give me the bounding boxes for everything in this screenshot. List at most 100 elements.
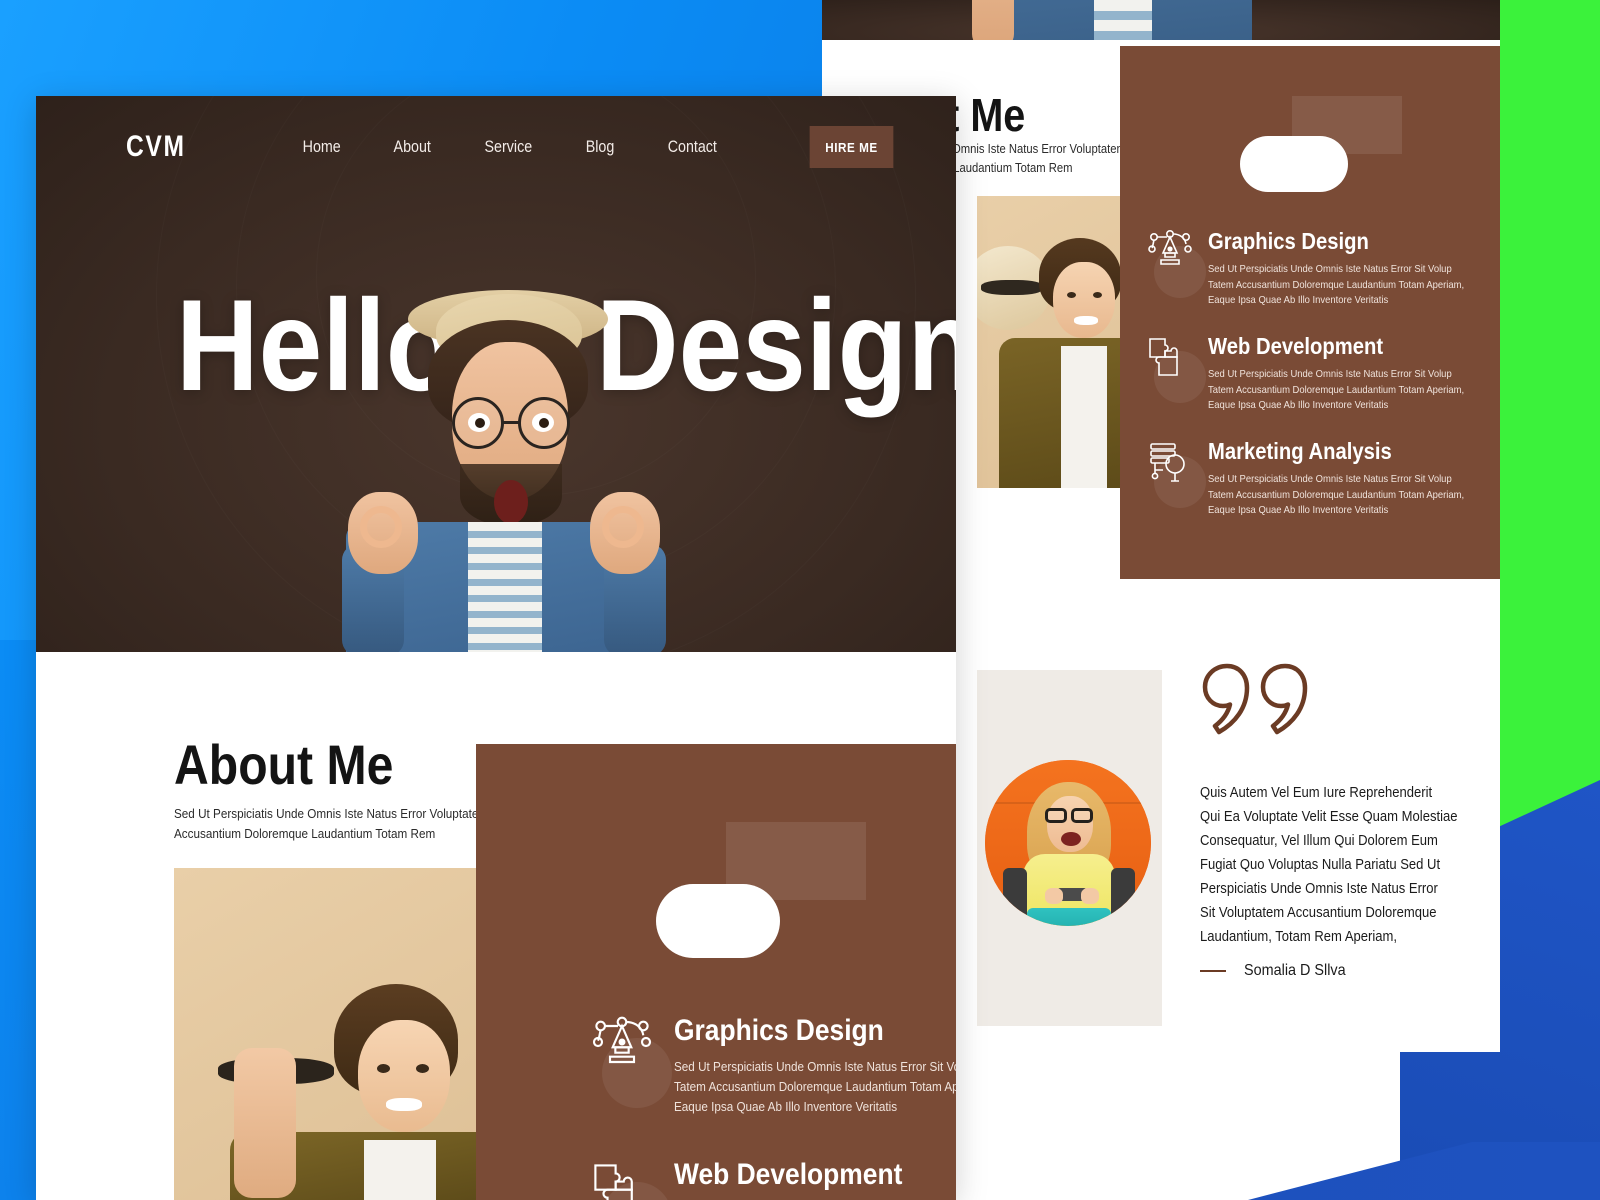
about-subtitle: Sed Ut Perspiciatis Unde Omnis Iste Natu… <box>174 804 488 844</box>
avatar-laptop <box>1027 908 1111 926</box>
subject-pupil-right <box>539 418 549 428</box>
testimonial-quote-line: Fugiat Quo Voluptas Nulla Pariatu Sed Ut <box>1200 857 1441 873</box>
brand-logo[interactable]: CVM <box>126 130 186 164</box>
subject-glasses-bridge <box>503 421 520 424</box>
testimonial-quote: Quis Autem Vel Eum Iure Reprehenderit Qu… <box>1200 781 1458 949</box>
service-item[interactable]: Web Development Sed Ut Perspiciatis Unde… <box>586 1158 956 1200</box>
service-body-line: Eaque Ipsa Quae Ab Illo Inventore Verita… <box>1208 399 1389 411</box>
testimonial-quote-line: Sit Voluptatem Accusantium Doloremque <box>1200 905 1437 921</box>
service-text: Web Development Sed Ut Perspiciatis Unde… <box>674 1158 956 1200</box>
avatar-hand <box>1045 888 1063 904</box>
service-body: Sed Ut Perspiciatis Unde Omnis Iste Natu… <box>674 1057 956 1117</box>
service-item[interactable]: Marketing Analysis Sed Ut Perspiciatis U… <box>1142 438 1490 519</box>
about-photo-arm <box>234 1048 296 1198</box>
service-body-line: Tatem Accusantium Doloremque Laudantium … <box>1208 278 1465 291</box>
about-subtitle-line: Accusantium Doloremque Laudantium Totam … <box>174 826 436 841</box>
service-body-line: Tatem Accusantium Doloremque Laudantium … <box>674 1079 956 1094</box>
service-title: Web Development <box>674 1158 903 1191</box>
nav-link-blog[interactable]: Blog <box>586 137 615 157</box>
service-body-line: Eaque Ipsa Quae Ab Illo Inventore Verita… <box>674 1099 898 1114</box>
service-title: Graphics Design <box>674 1014 884 1047</box>
decor-pill <box>656 884 780 958</box>
service-icon-wrap <box>586 1014 674 1110</box>
testimonial-author: Somalia D Sllva <box>1200 962 1357 980</box>
service-title: Marketing Analysis <box>1208 438 1392 464</box>
secondary-services-panel: Graphics Design Sed Ut Perspiciatis Unde… <box>1120 46 1500 579</box>
service-item[interactable]: Web Development Sed Ut Perspiciatis Unde… <box>1142 333 1490 414</box>
service-body-line: Sed Ut Perspiciatis Unde Omnis Iste Natu… <box>1208 368 1452 380</box>
testimonial-quote-line: Laudantium, Totam Rem Aperiam, <box>1200 929 1398 945</box>
decor-pill <box>1240 136 1348 192</box>
service-body-line: Sed Ut Perspiciatis Unde Omnis Iste Natu… <box>1208 263 1452 275</box>
photo-eye <box>1093 292 1102 298</box>
service-text: Marketing Analysis Sed Ut Perspiciatis U… <box>1208 438 1493 519</box>
pen-tool-icon <box>1148 229 1192 265</box>
secondary-hero-strip <box>822 0 1500 50</box>
service-icon-wrap <box>586 1158 674 1200</box>
service-icon-wrap <box>1142 228 1208 302</box>
top-navigation: CVM Home About Service Blog Contact HIRE… <box>36 96 956 168</box>
about-subtitle-line: Sed Ut Perspiciatis Unde Omnis Iste Natu… <box>174 806 489 821</box>
hire-me-button[interactable]: HIRE ME <box>809 126 894 168</box>
service-body-line: Sed Ut Perspiciatis Unde Omnis Iste Natu… <box>674 1059 956 1074</box>
avatar-mouth <box>1061 832 1081 846</box>
testimonial-avatar <box>985 760 1151 926</box>
hero-section: CVM Home About Service Blog Contact HIRE… <box>36 96 956 652</box>
avatar-chair-right <box>1111 868 1135 926</box>
service-body: Sed Ut Perspiciatis Unde Omnis Iste Natu… <box>1208 262 1464 309</box>
photo-hat-band <box>981 280 1043 295</box>
about-photo-face <box>358 1020 450 1132</box>
service-body-line: Tatem Accusantium Doloremque Laudantium … <box>1208 383 1465 396</box>
service-icon-wrap <box>1142 333 1208 407</box>
testimonial-quote-line: Quis Autem Vel Eum Iure Reprehenderit <box>1200 785 1433 801</box>
nav-link-home[interactable]: Home <box>302 137 340 157</box>
nav-link-service[interactable]: Service <box>485 137 533 157</box>
service-icon-wrap <box>1142 438 1208 512</box>
avatar-hand <box>1081 888 1099 904</box>
avatar-chair-left <box>1003 868 1027 926</box>
service-body-line: Sed Ut Perspiciatis Unde Omnis Iste Natu… <box>1208 473 1452 485</box>
subject-striped-tee <box>468 522 542 652</box>
about-title: About Me <box>174 733 394 796</box>
about-photo-eye <box>377 1064 390 1073</box>
avatar-glasses-right <box>1071 808 1093 823</box>
subject-pupil-left <box>475 418 485 428</box>
primary-mockup-page: CVM Home About Service Blog Contact HIRE… <box>36 96 956 1200</box>
service-title: Graphics Design <box>1208 228 1369 254</box>
service-body-line: Tatem Accusantium Doloremque Laudantium … <box>1208 488 1465 501</box>
subject-ok-gesture-left <box>360 506 402 548</box>
services-panel: Graphics Design Sed Ut Perspiciatis Unde… <box>476 744 956 1200</box>
service-body-line: Eaque Ipsa Quae Ab Illo Inventore Verita… <box>1208 294 1389 306</box>
nav-links: Home About Service Blog Contact <box>299 137 722 157</box>
about-photo <box>174 868 500 1200</box>
service-body: Sed Ut Perspiciatis Unde Omnis Iste Natu… <box>1208 472 1464 519</box>
about-photo-tshirt <box>364 1140 436 1200</box>
puzzle-icon <box>594 1164 633 1200</box>
service-text: Graphics Design Sed Ut Perspiciatis Unde… <box>674 1014 956 1117</box>
pen-tool-icon <box>592 1016 652 1064</box>
about-photo-eye <box>416 1064 429 1073</box>
testimonial-quote-line: Consequatur, Vel Illum Qui Dolorem Eum <box>1200 833 1438 849</box>
service-body: Sed Ut Perspiciatis Unde Omnis Iste Natu… <box>1208 367 1464 414</box>
avatar-glasses-left <box>1045 808 1067 823</box>
nav-link-about[interactable]: About <box>394 137 431 157</box>
service-item[interactable]: Graphics Design Sed Ut Perspiciatis Unde… <box>1142 228 1490 309</box>
testimonial-quote-line: Qui Ea Voluptate Velit Esse Quam Molesti… <box>1200 809 1458 825</box>
service-title: Web Development <box>1208 333 1384 359</box>
analytics-search-icon <box>1150 443 1185 482</box>
nav-link-contact[interactable]: Contact <box>668 137 717 157</box>
author-name: Somalia D Sllva <box>1244 962 1346 979</box>
about-photo-smile <box>386 1098 422 1111</box>
service-item[interactable]: Graphics Design Sed Ut Perspiciatis Unde… <box>586 1014 956 1117</box>
testimonial-quote-line: Perspiciatis Unde Omnis Iste Natus Error <box>1200 881 1438 897</box>
subject-mouth <box>494 480 528 524</box>
photo-smile <box>1074 316 1098 325</box>
subject-ok-gesture-right <box>602 506 644 548</box>
author-dash-icon <box>1200 970 1226 972</box>
service-text: Web Development Sed Ut Perspiciatis Unde… <box>1208 333 1493 414</box>
photo-tshirt <box>1061 346 1107 488</box>
photo-eye <box>1067 292 1076 298</box>
service-text: Graphics Design Sed Ut Perspiciatis Unde… <box>1208 228 1493 309</box>
photo-face <box>1053 262 1115 338</box>
backdrop-blue-left-strip <box>0 640 40 1200</box>
